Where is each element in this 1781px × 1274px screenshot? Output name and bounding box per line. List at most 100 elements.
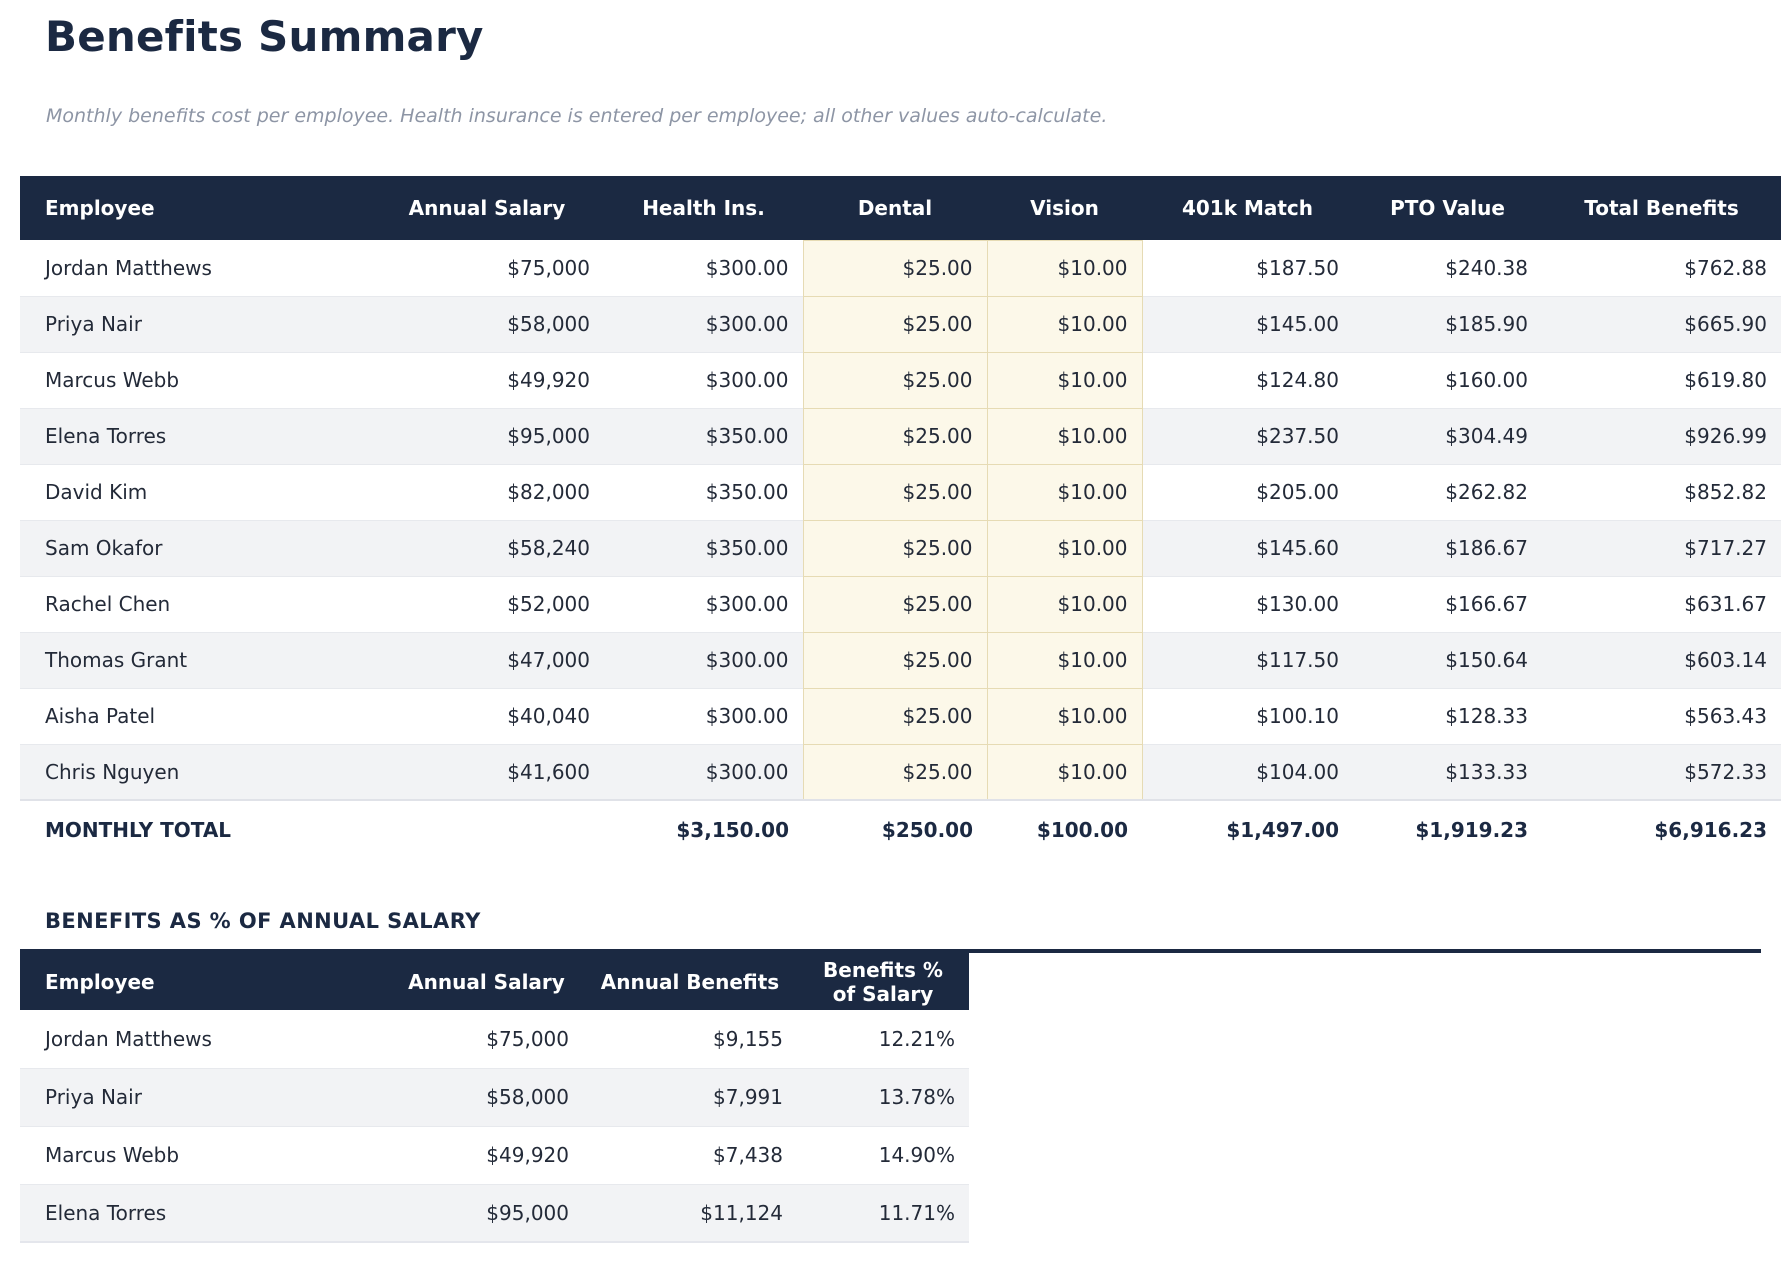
dental-input-cell[interactable]: $25.00	[803, 744, 987, 800]
column-header-annual-salary: Annual Salary	[390, 953, 583, 1010]
annual-benefits-cell: $9,155	[583, 1010, 797, 1068]
dental-input-cell[interactable]: $25.00	[803, 240, 987, 296]
annual-salary-cell: $58,000	[370, 296, 604, 352]
annual-salary-cell: $95,000	[370, 408, 604, 464]
benefits-table-body: Jordan Matthews$75,000$300.00$25.00$10.0…	[20, 240, 1781, 800]
401k-match-cell: $124.80	[1142, 352, 1353, 408]
employee-name-cell: Jordan Matthews	[20, 1010, 390, 1068]
vision-input-cell[interactable]: $10.00	[987, 464, 1142, 520]
401k-match-cell: $187.50	[1142, 240, 1353, 296]
column-header-benefits-percent: Benefits % of Salary	[797, 953, 969, 1010]
vision-input-cell[interactable]: $10.00	[987, 520, 1142, 576]
page-subtitle: Monthly benefits cost per employee. Heal…	[46, 104, 1761, 128]
401k-match-cell: $104.00	[1142, 744, 1353, 800]
pto-value-cell: $150.64	[1353, 632, 1542, 688]
total-pto-value-cell: $1,919.23	[1353, 800, 1542, 858]
benefits-percent-cell: 12.21%	[797, 1010, 969, 1068]
table-row: Jordan Matthews$75,000$300.00$25.00$10.0…	[20, 240, 1781, 296]
total-dental-cell: $250.00	[803, 800, 987, 858]
total-benefits-cell: $619.80	[1542, 352, 1781, 408]
total-annual-salary-cell	[370, 800, 604, 858]
column-header-annual-salary: Annual Salary	[370, 176, 604, 240]
annual-benefits-cell: $7,991	[583, 1068, 797, 1126]
401k-match-cell: $145.60	[1142, 520, 1353, 576]
health-ins-cell: $300.00	[604, 296, 803, 352]
dental-input-cell[interactable]: $25.00	[803, 688, 987, 744]
column-header-total-benefits: Total Benefits	[1542, 176, 1781, 240]
benefits-summary-page: Benefits Summary Monthly benefits cost p…	[0, 12, 1781, 1243]
annual-salary-cell: $82,000	[370, 464, 604, 520]
employee-name-cell: Thomas Grant	[20, 632, 370, 688]
employee-name-cell: Marcus Webb	[20, 1126, 390, 1184]
401k-match-cell: $100.10	[1142, 688, 1353, 744]
total-health-ins-cell: $3,150.00	[604, 800, 803, 858]
annual-benefits-cell: $11,124	[583, 1184, 797, 1242]
total-vision-cell: $100.00	[987, 800, 1142, 858]
dental-input-cell[interactable]: $25.00	[803, 632, 987, 688]
percent-table-body: Jordan Matthews$75,000$9,15512.21%Priya …	[20, 1010, 969, 1242]
table-row: Jordan Matthews$75,000$9,15512.21%	[20, 1010, 969, 1068]
table-row: Sam Okafor$58,240$350.00$25.00$10.00$145…	[20, 520, 1781, 576]
table-row: David Kim$82,000$350.00$25.00$10.00$205.…	[20, 464, 1781, 520]
health-ins-cell: $350.00	[604, 520, 803, 576]
total-benefits-cell: $717.27	[1542, 520, 1781, 576]
total-benefits-cell: $603.14	[1542, 632, 1781, 688]
percent-table-header: Employee Annual Salary Annual Benefits B…	[20, 953, 969, 1010]
annual-salary-cell: $41,600	[370, 744, 604, 800]
table-row: Priya Nair$58,000$7,99113.78%	[20, 1068, 969, 1126]
annual-benefits-cell: $7,438	[583, 1126, 797, 1184]
dental-input-cell[interactable]: $25.00	[803, 352, 987, 408]
benefits-percent-cell: 11.71%	[797, 1184, 969, 1242]
dental-input-cell[interactable]: $25.00	[803, 576, 987, 632]
pto-value-cell: $133.33	[1353, 744, 1542, 800]
vision-input-cell[interactable]: $10.00	[987, 240, 1142, 296]
dental-input-cell[interactable]: $25.00	[803, 296, 987, 352]
health-ins-cell: $300.00	[604, 576, 803, 632]
table-row: Aisha Patel$40,040$300.00$25.00$10.00$10…	[20, 688, 1781, 744]
employee-name-cell: David Kim	[20, 464, 370, 520]
table-row: Rachel Chen$52,000$300.00$25.00$10.00$13…	[20, 576, 1781, 632]
vision-input-cell[interactable]: $10.00	[987, 576, 1142, 632]
pto-value-cell: $304.49	[1353, 408, 1542, 464]
header-row: Employee Annual Salary Annual Benefits B…	[20, 953, 969, 1010]
employee-name-cell: Rachel Chen	[20, 576, 370, 632]
pto-value-cell: $262.82	[1353, 464, 1542, 520]
total-benefits-cell: $926.99	[1542, 408, 1781, 464]
table-row: Marcus Webb$49,920$300.00$25.00$10.00$12…	[20, 352, 1781, 408]
column-header-annual-benefits: Annual Benefits	[583, 953, 797, 1010]
401k-match-cell: $205.00	[1142, 464, 1353, 520]
vision-input-cell[interactable]: $10.00	[987, 632, 1142, 688]
annual-salary-cell: $58,240	[370, 520, 604, 576]
health-ins-cell: $300.00	[604, 632, 803, 688]
total-401k-match-cell: $1,497.00	[1142, 800, 1353, 858]
annual-salary-cell: $95,000	[390, 1184, 583, 1242]
dental-input-cell[interactable]: $25.00	[803, 408, 987, 464]
employee-name-cell: Marcus Webb	[20, 352, 370, 408]
total-benefits-cell: $631.67	[1542, 576, 1781, 632]
annual-salary-cell: $75,000	[370, 240, 604, 296]
vision-input-cell[interactable]: $10.00	[987, 408, 1142, 464]
pto-value-cell: $166.67	[1353, 576, 1542, 632]
total-benefits-cell: $852.82	[1542, 464, 1781, 520]
annual-salary-cell: $40,040	[370, 688, 604, 744]
table-row: Priya Nair$58,000$300.00$25.00$10.00$145…	[20, 296, 1781, 352]
pto-value-cell: $185.90	[1353, 296, 1542, 352]
employee-name-cell: Sam Okafor	[20, 520, 370, 576]
health-ins-cell: $300.00	[604, 240, 803, 296]
benefits-table-header: Employee Annual Salary Health Ins. Denta…	[20, 176, 1781, 240]
401k-match-cell: $117.50	[1142, 632, 1353, 688]
vision-input-cell[interactable]: $10.00	[987, 352, 1142, 408]
employee-name-cell: Jordan Matthews	[20, 240, 370, 296]
annual-salary-cell: $47,000	[370, 632, 604, 688]
vision-input-cell[interactable]: $10.00	[987, 688, 1142, 744]
employee-name-cell: Elena Torres	[20, 1184, 390, 1242]
vision-input-cell[interactable]: $10.00	[987, 296, 1142, 352]
vision-input-cell[interactable]: $10.00	[987, 744, 1142, 800]
table-row: Marcus Webb$49,920$7,43814.90%	[20, 1126, 969, 1184]
dental-input-cell[interactable]: $25.00	[803, 520, 987, 576]
column-header-vision: Vision	[987, 176, 1142, 240]
annual-salary-cell: $75,000	[390, 1010, 583, 1068]
page-title: Benefits Summary	[45, 12, 1761, 62]
dental-input-cell[interactable]: $25.00	[803, 464, 987, 520]
benefits-table: Employee Annual Salary Health Ins. Denta…	[20, 176, 1781, 858]
